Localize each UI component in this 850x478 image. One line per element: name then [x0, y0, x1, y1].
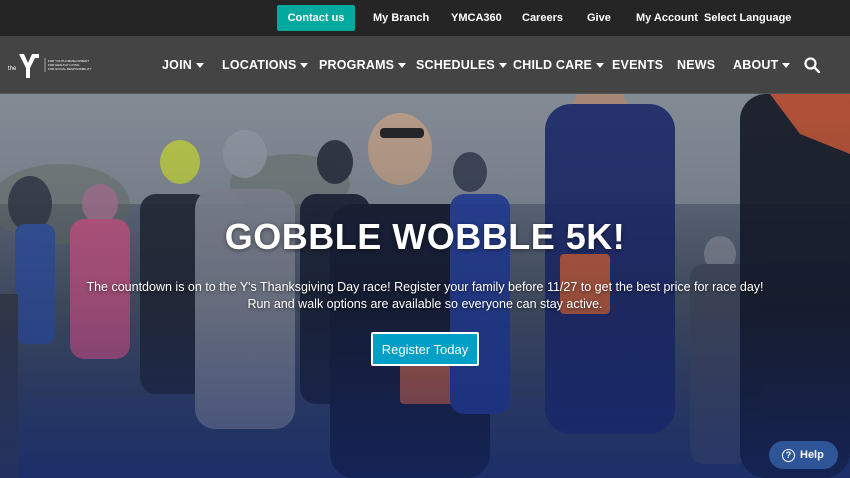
hero-title: GOBBLE WOBBLE 5K!	[224, 216, 626, 257]
nav-schedules-label: SCHEDULES	[416, 58, 495, 72]
help-button[interactable]: ? Help	[769, 441, 838, 469]
caret-down-icon	[782, 63, 791, 69]
select-language-link[interactable]: Select Language	[704, 0, 791, 36]
hero-banner: GOBBLE WOBBLE 5K! The countdown is on to…	[0, 94, 850, 478]
hero-description: The countdown is on to the Y's Thanksgiv…	[86, 280, 764, 311]
ymca360-link[interactable]: YMCA360	[451, 0, 502, 36]
nav-news-label: NEWS	[677, 58, 716, 72]
nav-events[interactable]: EVENTS	[612, 36, 663, 94]
nav-join-label: JOIN	[162, 58, 192, 72]
help-label: Help	[800, 449, 824, 461]
caret-down-icon	[398, 63, 407, 69]
nav-join[interactable]: JOIN	[162, 36, 204, 94]
give-link[interactable]: Give	[587, 0, 611, 36]
ymca-logo-mark: the FOR YOUTH DEVELOPMENT FOR HEALTHY LI…	[8, 54, 92, 78]
caret-down-icon	[596, 63, 605, 69]
nav-schedules[interactable]: SCHEDULES	[416, 36, 507, 94]
my-branch-link[interactable]: My Branch	[373, 0, 429, 36]
nav-news[interactable]: NEWS	[677, 36, 715, 94]
caret-down-icon	[300, 63, 309, 69]
main-nav: the FOR YOUTH DEVELOPMENT FOR HEALTHY LI…	[0, 36, 850, 94]
caret-down-icon	[498, 63, 507, 69]
nav-events-label: EVENTS	[612, 58, 664, 72]
nav-child-care[interactable]: CHILD CARE	[513, 36, 605, 94]
nav-locations-label: LOCATIONS	[222, 58, 297, 72]
nav-about-label: ABOUT	[733, 58, 779, 72]
question-circle-icon: ?	[782, 448, 795, 462]
nav-child-care-label: CHILD CARE	[513, 58, 593, 72]
utility-bar: Contact us My Branch YMCA360 Careers Giv…	[0, 0, 850, 36]
nav-programs[interactable]: PROGRAMS	[319, 36, 407, 94]
register-today-button[interactable]: Register Today	[371, 332, 479, 366]
logo-tagline-3: FOR SOCIAL RESPONSIBILITY	[48, 67, 92, 71]
search-icon[interactable]	[804, 57, 820, 73]
logo-the: the	[8, 66, 17, 72]
careers-link[interactable]: Careers	[522, 0, 563, 36]
caret-down-icon	[195, 63, 204, 69]
nav-programs-label: PROGRAMS	[319, 58, 395, 72]
nav-about[interactable]: ABOUT	[733, 36, 791, 94]
contact-us-button[interactable]: Contact us	[277, 5, 355, 31]
my-account-link[interactable]: My Account	[636, 0, 698, 36]
ymca-logo[interactable]: the FOR YOUTH DEVELOPMENT FOR HEALTHY LI…	[8, 50, 96, 80]
nav-locations[interactable]: LOCATIONS	[222, 36, 309, 94]
